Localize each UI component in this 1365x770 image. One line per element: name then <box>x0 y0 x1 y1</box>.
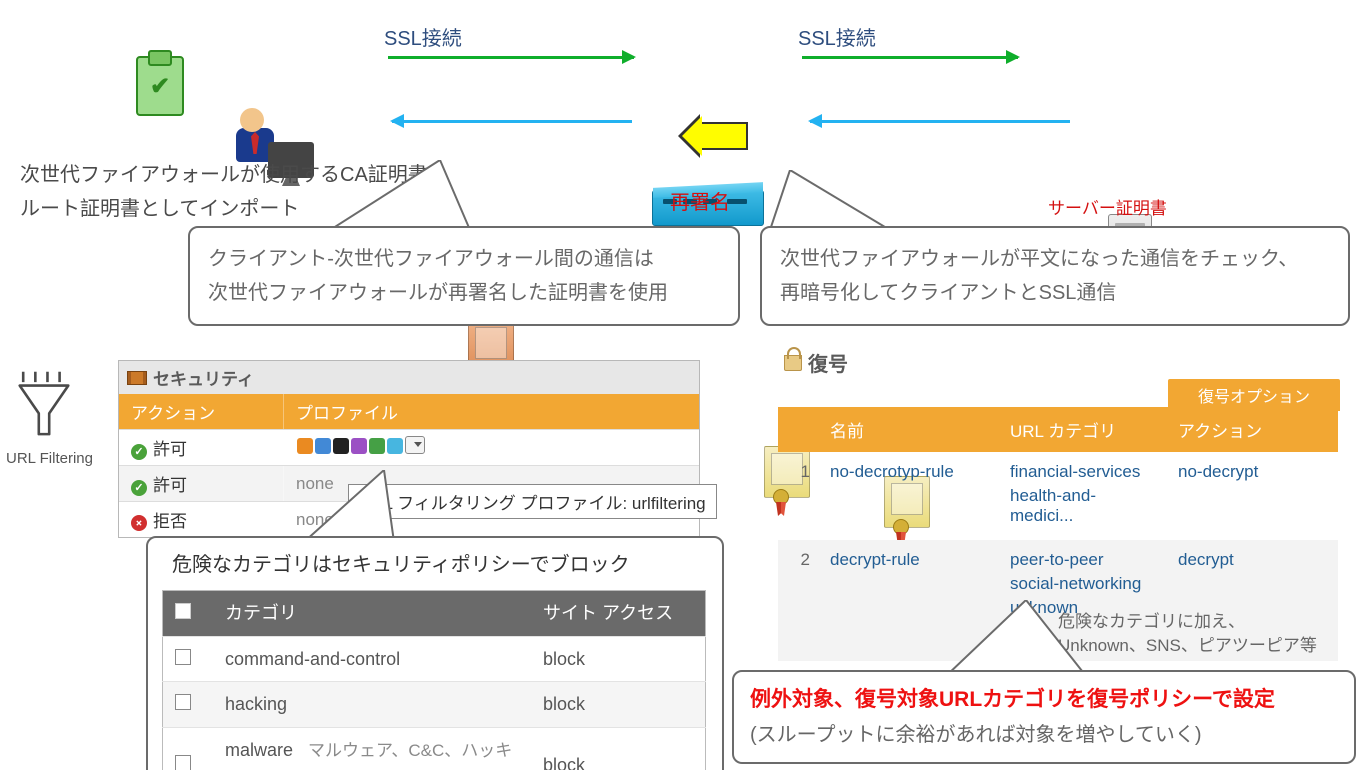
callout-left-pointer <box>330 160 470 234</box>
cat-access: block <box>531 682 706 728</box>
permit-icon: ✓ <box>131 480 147 496</box>
side-note-line2: Unknown、SNS、ピアツーピア等 <box>1058 634 1358 658</box>
permit-label: 許可 <box>153 440 187 459</box>
cat-link[interactable]: financial-services <box>1010 462 1158 482</box>
arrow-fw-to-client <box>392 120 632 123</box>
deny-label: 拒否 <box>153 512 187 531</box>
category-callout-title: 危険なカテゴリはセキュリティポリシーでブロック <box>162 548 708 590</box>
callout-left-line2: 次世代ファイアウォールが再署名した証明書を使用 <box>208 276 720 310</box>
permit-icon: ✓ <box>131 444 147 460</box>
col-action-wrap: 復号オプション アクション <box>1168 407 1338 452</box>
label-server-cert: サーバー証明書 <box>1048 194 1167 219</box>
cat-callout-pointer <box>304 470 404 544</box>
rule-name-link[interactable]: no-decrotyp-rule <box>830 462 954 481</box>
checkbox-icon[interactable] <box>175 694 191 710</box>
decrypt-header: 名前 URL カテゴリ 復号オプション アクション <box>778 407 1338 452</box>
security-header: アクション プロファイル <box>119 394 699 429</box>
callout-right-line2: 再暗号化してクライアントとSSL通信 <box>780 276 1330 310</box>
security-title-text: セキュリティ <box>153 365 254 390</box>
clipboard-icon <box>136 56 184 116</box>
side-note-line1: 危険なカテゴリに加え、 <box>1058 610 1358 634</box>
decrypt-title: 復号 <box>778 344 1338 381</box>
arrow-server-to-fw <box>810 120 1070 123</box>
decrypt-side-note: 危険なカテゴリに加え、 Unknown、SNS、ピアツーピア等 <box>1058 610 1358 658</box>
row-idx: 1 <box>778 452 820 540</box>
arrow-client-to-fw <box>388 56 634 59</box>
col-profile: プロファイル <box>284 394 699 429</box>
category-table: カテゴリ サイト アクセス command-and-control block … <box>162 590 706 770</box>
callout-right: 次世代ファイアウォールが平文になった通信をチェック、 再暗号化してクライアントと… <box>760 226 1350 326</box>
label-ssl-right: SSL接続 <box>798 22 876 51</box>
prof-icon-6[interactable] <box>387 438 403 454</box>
arrow-fw-to-server <box>802 56 1018 59</box>
callout-left-line1: クライアント-次世代ファイアウォール間の通信は <box>208 242 720 276</box>
col-url-category: URL カテゴリ <box>1000 407 1168 452</box>
cat-access: block <box>531 727 706 770</box>
checkbox-icon[interactable] <box>175 755 191 770</box>
callout-right-pointer <box>770 170 890 234</box>
label-url-filtering: URL Filtering <box>6 450 93 467</box>
prof-icon-1[interactable] <box>297 438 313 454</box>
action-text: decrypt <box>1178 550 1234 569</box>
decrypt-callout: 例外対象、復号対象URLカテゴリを復号ポリシーで設定 (スループットに余裕があれ… <box>732 670 1356 764</box>
cat-name: command-and-control <box>213 636 531 682</box>
permit-label2: 許可 <box>153 476 187 495</box>
security-panel-title: セキュリティ <box>119 361 699 394</box>
deny-icon: + <box>128 512 151 535</box>
row-idx: 2 <box>778 540 820 661</box>
prof-dropdown-icon[interactable] <box>405 436 425 454</box>
prof-icon-2[interactable] <box>315 438 331 454</box>
prof-icon-5[interactable] <box>369 438 385 454</box>
callout-right-line1: 次世代ファイアウォールが平文になった通信をチェック、 <box>780 242 1330 276</box>
profile-icons[interactable] <box>284 430 699 465</box>
decrypt-callout-gray: (スループットに余裕があれば対象を増やしていく) <box>750 718 1338 752</box>
col-name: 名前 <box>820 407 1000 452</box>
col-site-access: サイト アクセス <box>531 591 706 637</box>
cat-link[interactable]: social-networking <box>1010 574 1158 594</box>
col-category: カテゴリ <box>213 591 531 637</box>
cat-link[interactable]: health-and-medici... <box>1010 486 1158 526</box>
decrypt-title-text: 復号 <box>808 348 848 377</box>
category-callout: 危険なカテゴリはセキュリティポリシーでブロック カテゴリ サイト アクセス co… <box>146 536 724 770</box>
rule-name-link[interactable]: decrypt-rule <box>830 550 920 569</box>
prof-icon-3[interactable] <box>333 438 349 454</box>
dec-callout-pointer <box>946 600 1086 678</box>
checkbox-icon[interactable] <box>175 649 191 665</box>
decrypt-option-badge: 復号オプション <box>1168 379 1340 411</box>
cat-link[interactable]: peer-to-peer <box>1010 550 1158 570</box>
cat-access: block <box>531 636 706 682</box>
action-text: no-decrypt <box>1178 462 1258 481</box>
lock-icon <box>784 355 802 371</box>
funnel-icon <box>18 370 70 444</box>
table-row[interactable]: malware マルウェア、C&C、ハッキング等 block <box>163 727 706 770</box>
brick-icon <box>127 371 147 385</box>
label-resign: 再署名 <box>670 186 730 215</box>
prof-icon-4[interactable] <box>351 438 367 454</box>
col-action: アクション <box>119 394 284 429</box>
cat-name: hacking <box>213 682 531 728</box>
callout-left: クライアント-次世代ファイアウォール間の通信は 次世代ファイアウォールが再署名し… <box>188 226 740 326</box>
table-row[interactable]: hacking block <box>163 682 706 728</box>
table-row[interactable]: command-and-control block <box>163 636 706 682</box>
sec-row-permit1[interactable]: ✓ 許可 <box>119 429 699 465</box>
decrypt-callout-red: 例外対象、復号対象URLカテゴリを復号ポリシーで設定 <box>750 682 1338 718</box>
label-ssl-left: SSL接続 <box>384 22 462 51</box>
decrypt-row-1[interactable]: 1 no-decrotyp-rule financial-services he… <box>778 452 1338 540</box>
checkbox-all[interactable] <box>175 603 191 619</box>
cat-name: malware <box>225 740 293 760</box>
col-action-dec: アクション <box>1178 422 1262 441</box>
resign-arrow-icon <box>698 122 748 150</box>
cat-list: financial-services health-and-medici... <box>1000 452 1168 540</box>
